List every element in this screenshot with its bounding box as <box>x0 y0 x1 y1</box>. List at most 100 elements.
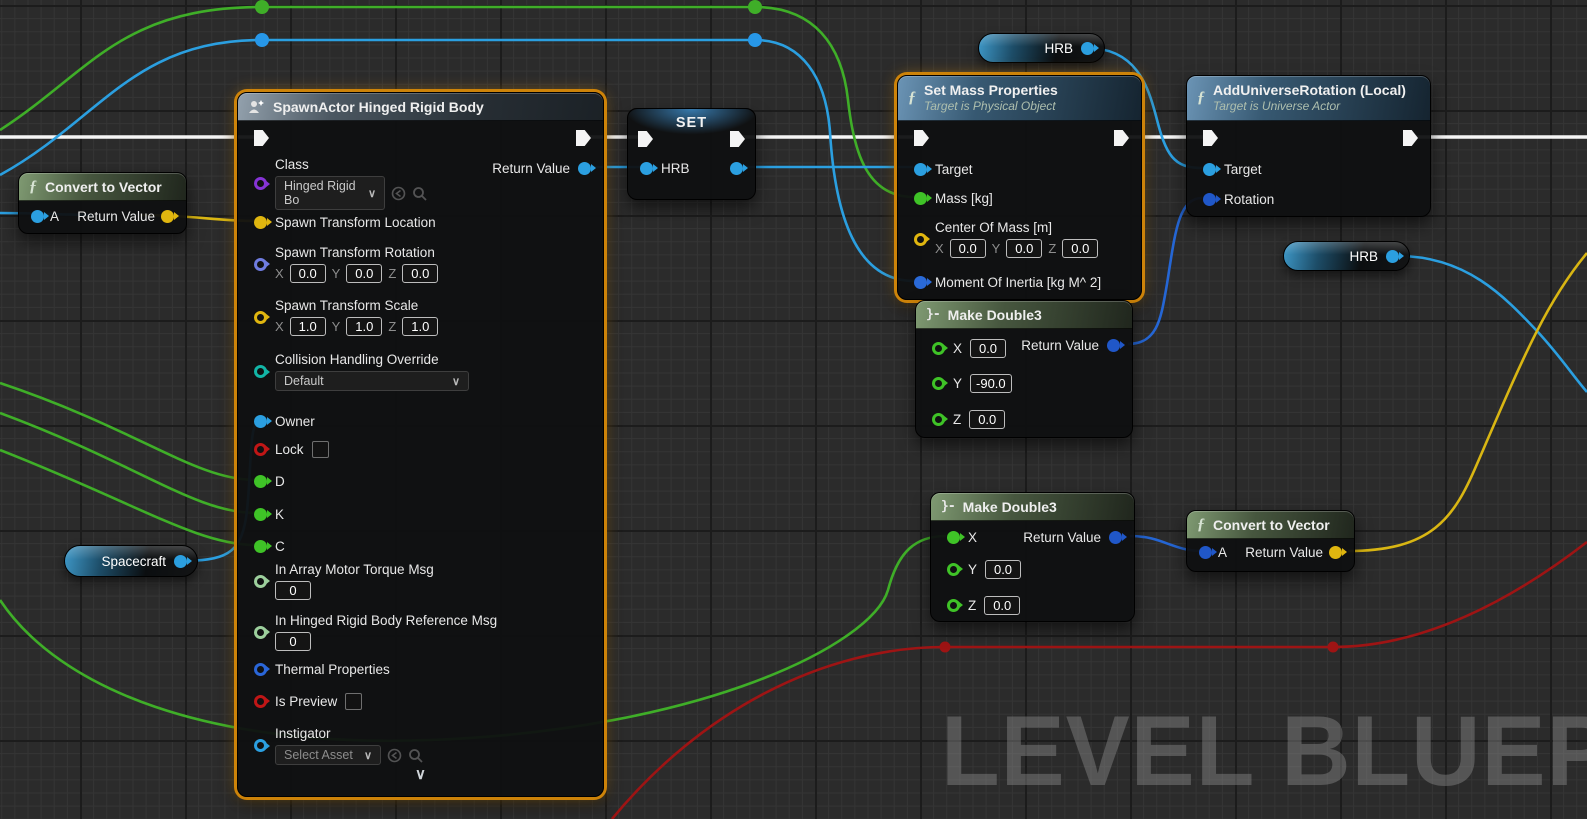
input-pin-x[interactable] <box>932 342 945 355</box>
rotation-z-field[interactable]: 0.0 <box>402 264 438 283</box>
variable-node-hrb-top[interactable]: HRB <box>978 33 1105 63</box>
input-pin-k[interactable] <box>254 508 267 521</box>
input-pin-moment-of-inertia[interactable] <box>914 276 927 289</box>
input-pin-target[interactable] <box>1203 163 1216 176</box>
z-field[interactable]: 0.0 <box>969 410 1005 429</box>
com-y-field[interactable]: 0.0 <box>1006 239 1042 258</box>
pin-label: Class <box>275 157 427 172</box>
input-pin-c[interactable] <box>254 540 267 553</box>
output-pin-hrb[interactable] <box>1386 250 1399 263</box>
variable-node-spacecraft[interactable]: Spacecraft <box>64 545 198 577</box>
node-header[interactable]: ƒ Convert to Vector <box>19 173 186 201</box>
input-pin-d[interactable] <box>254 475 267 488</box>
input-pin-hrb[interactable] <box>640 162 653 175</box>
browse-search-icon[interactable] <box>412 186 427 201</box>
use-selected-asset-icon[interactable] <box>391 186 406 201</box>
output-pin-return-value[interactable] <box>1109 531 1122 544</box>
exec-in-pin[interactable] <box>254 130 269 146</box>
axis-label-x: X <box>275 266 284 281</box>
input-pin-in-hinged-rigid-body-reference-msg[interactable] <box>254 626 267 639</box>
input-pin-lock[interactable] <box>254 443 267 456</box>
node-convert-to-vector-left[interactable]: ƒ Convert to Vector A Return Value <box>18 172 187 234</box>
node-add-universe-rotation[interactable]: ƒ AddUniverseRotation (Local) Target is … <box>1186 75 1431 217</box>
output-pin-return-value[interactable] <box>1107 339 1120 352</box>
input-pin-y[interactable] <box>947 563 960 576</box>
input-pin-is-preview[interactable] <box>254 695 267 708</box>
node-header[interactable]: }- Make Double3 <box>916 301 1132 329</box>
input-pin-collision-handling-override[interactable] <box>254 365 267 378</box>
pin-label: Target <box>935 162 973 177</box>
input-pin-x[interactable] <box>947 531 960 544</box>
input-pin-thermal-properties[interactable] <box>254 663 267 676</box>
input-pin-spawn-transform-scale[interactable] <box>254 311 267 324</box>
torque-msg-field[interactable]: 0 <box>275 581 311 600</box>
blueprint-canvas[interactable]: { "watermark": "LEVEL BLUEPRINT", "axis"… <box>0 0 1587 819</box>
node-header[interactable]: ƒ AddUniverseRotation (Local) Target is … <box>1187 76 1430 121</box>
input-pin-in-array-motor-torque-msg[interactable] <box>254 575 267 588</box>
exec-in-pin[interactable] <box>1203 130 1218 146</box>
class-dropdown[interactable]: Hinged Rigid Bo ∨ <box>275 176 385 210</box>
z-field[interactable]: 0.0 <box>984 596 1020 615</box>
node-make-double3-bottom[interactable]: }- Make Double3 X Return Value Y 0.0 Z 0… <box>930 492 1135 622</box>
node-set-hrb[interactable]: SET HRB <box>627 108 756 200</box>
exec-out-pin[interactable] <box>730 131 745 147</box>
input-pin-a[interactable] <box>1199 546 1212 559</box>
input-pin-instigator[interactable] <box>254 739 267 752</box>
x-field[interactable]: 0.0 <box>970 339 1006 358</box>
pin-label: Thermal Properties <box>275 662 390 677</box>
input-pin-z[interactable] <box>947 599 960 612</box>
node-header[interactable]: SpawnActor Hinged Rigid Body <box>238 93 603 121</box>
rotation-y-field[interactable]: 0.0 <box>346 264 382 283</box>
collapse-chevron-icon[interactable]: ∨ <box>238 769 603 781</box>
input-pin-spawn-transform-rotation[interactable] <box>254 258 267 271</box>
input-pin-owner[interactable] <box>254 415 267 428</box>
output-pin-return-value[interactable] <box>161 210 174 223</box>
browse-search-icon[interactable] <box>408 748 423 763</box>
collision-dropdown[interactable]: Default ∨ <box>275 371 469 391</box>
output-pin-return-value[interactable] <box>578 162 591 175</box>
input-pin-rotation[interactable] <box>1203 193 1216 206</box>
output-pin-hrb[interactable] <box>1081 42 1094 55</box>
use-selected-asset-icon[interactable] <box>387 748 402 763</box>
output-pin-spacecraft[interactable] <box>174 555 187 568</box>
input-pin-z[interactable] <box>932 413 945 426</box>
reference-msg-field[interactable]: 0 <box>275 632 311 651</box>
output-pin-hrb[interactable] <box>730 162 743 175</box>
node-make-double3-top[interactable]: }- Make Double3 X 0.0 Return Value Y -90… <box>915 300 1133 438</box>
input-pin-mass-kg[interactable] <box>914 192 927 205</box>
is-preview-checkbox[interactable] <box>345 693 362 710</box>
com-x-field[interactable]: 0.0 <box>950 239 986 258</box>
exec-out-pin[interactable] <box>1403 130 1418 146</box>
node-header[interactable]: ƒ Convert to Vector <box>1187 511 1354 539</box>
input-pin-center-of-mass[interactable] <box>914 233 927 246</box>
input-pin-class[interactable] <box>254 177 267 190</box>
y-field[interactable]: -90.0 <box>970 374 1012 393</box>
scale-z-field[interactable]: 1.0 <box>402 317 438 336</box>
node-title: Convert to Vector <box>45 179 162 195</box>
lock-checkbox[interactable] <box>312 441 329 458</box>
exec-out-pin[interactable] <box>576 130 591 146</box>
pin-label: A <box>50 209 59 224</box>
node-header[interactable]: ƒ Set Mass Properties Target is Physical… <box>898 76 1141 121</box>
input-pin-target[interactable] <box>914 163 927 176</box>
variable-label: HRB <box>1349 249 1378 264</box>
input-pin-spawn-transform-location[interactable] <box>254 216 267 229</box>
node-set-mass-properties[interactable]: ƒ Set Mass Properties Target is Physical… <box>897 75 1142 300</box>
instigator-dropdown[interactable]: Select Asset ∨ <box>275 745 381 765</box>
input-pin-y[interactable] <box>932 377 945 390</box>
output-pin-return-value[interactable] <box>1329 546 1342 559</box>
rotation-x-field[interactable]: 0.0 <box>290 264 326 283</box>
com-z-field[interactable]: 0.0 <box>1062 239 1098 258</box>
input-pin-a[interactable] <box>31 210 44 223</box>
y-field[interactable]: 0.0 <box>985 560 1021 579</box>
pin-label: Target <box>1224 162 1262 177</box>
exec-out-pin[interactable] <box>1114 130 1129 146</box>
scale-x-field[interactable]: 1.0 <box>290 317 326 336</box>
scale-y-field[interactable]: 1.0 <box>346 317 382 336</box>
node-spawnactor-hinged-rigid-body[interactable]: SpawnActor Hinged Rigid Body Return Valu… <box>237 92 604 797</box>
variable-node-hrb-right[interactable]: HRB <box>1283 241 1410 271</box>
node-header[interactable]: }- Make Double3 <box>931 493 1134 521</box>
node-convert-to-vector-right[interactable]: ƒ Convert to Vector A Return Value <box>1186 510 1355 572</box>
exec-in-pin[interactable] <box>638 131 653 147</box>
exec-in-pin[interactable] <box>914 130 929 146</box>
